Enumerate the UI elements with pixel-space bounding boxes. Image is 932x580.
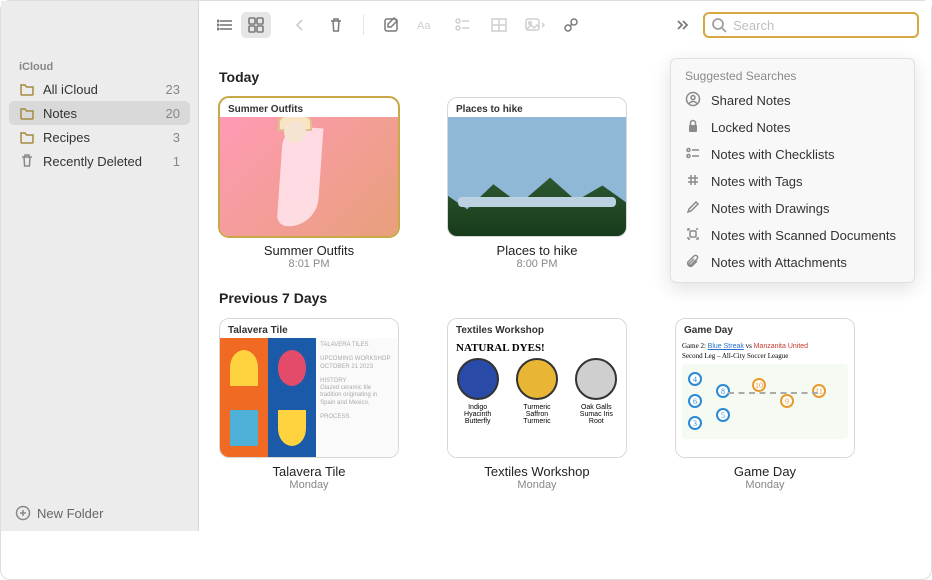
suggestion-label: Notes with Tags <box>711 174 803 189</box>
delete-button[interactable] <box>321 12 351 38</box>
note-game-day[interactable]: Game Day Game 2: Blue Streak vs Manzanit… <box>675 318 855 491</box>
view-mode-group <box>211 12 271 38</box>
suggestion-locked-notes[interactable]: Locked Notes <box>675 114 910 141</box>
sidebar-group-title: iCloud <box>9 55 190 77</box>
note-textiles-workshop[interactable]: Textiles Workshop NATURAL DYES!Indigo Hy… <box>447 318 627 491</box>
folder-icon <box>19 129 35 145</box>
note-card-title: Places to hike <box>447 243 627 258</box>
sidebar-item-label: Recently Deleted <box>43 154 173 169</box>
note-card-title: Game Day <box>675 464 855 479</box>
suggestion-scanned[interactable]: Notes with Scanned Documents <box>675 222 910 249</box>
trash-icon <box>19 153 35 169</box>
suggestion-shared-notes[interactable]: Shared Notes <box>675 87 910 114</box>
note-card-art: Game 2: Blue Streak vs Manzanita UnitedS… <box>676 338 854 458</box>
note-card-time: 8:01 PM <box>219 258 399 270</box>
note-card-header: Game Day <box>676 319 854 338</box>
suggestion-label: Shared Notes <box>711 93 791 108</box>
format-button[interactable]: Aa <box>412 12 442 38</box>
suggestion-label: Notes with Scanned Documents <box>711 228 896 243</box>
note-card-time: 8:00 PM <box>447 258 627 270</box>
sidebar-item-count: 1 <box>173 154 180 169</box>
suggested-searches-title: Suggested Searches <box>675 65 910 87</box>
search-icon <box>711 17 727 38</box>
note-card[interactable]: Textiles Workshop NATURAL DYES!Indigo Hy… <box>447 318 627 458</box>
paperclip-icon <box>685 253 711 272</box>
sidebar-item-recipes[interactable]: Recipes 3 <box>9 125 190 149</box>
new-folder-button[interactable]: New Folder <box>1 495 198 531</box>
table-button[interactable] <box>484 12 514 38</box>
note-card-time: Monday <box>219 479 399 491</box>
note-card-header: Places to hike <box>448 98 626 117</box>
suggestion-label: Notes with Checklists <box>711 147 835 162</box>
note-card[interactable]: Places to hike <box>447 97 627 237</box>
note-card-header: Summer Outfits <box>220 98 398 117</box>
search-input[interactable] <box>703 12 919 38</box>
suggested-searches-panel: Suggested Searches Shared Notes Locked No… <box>670 58 915 283</box>
note-card-title: Summer Outfits <box>219 243 399 258</box>
note-card[interactable]: Game Day Game 2: Blue Streak vs Manzanit… <box>675 318 855 458</box>
media-button[interactable] <box>520 12 550 38</box>
sidebar-item-label: Recipes <box>43 130 173 145</box>
notes-grid: Talavera Tile TALAVERA TILESUPCOMING WOR… <box>219 318 911 491</box>
checklist-icon <box>685 145 711 164</box>
tag-icon <box>685 172 711 191</box>
separator <box>363 15 364 35</box>
search-wrap: Suggested Searches Shared NotesLocked No… <box>703 12 919 38</box>
note-card[interactable]: Talavera Tile TALAVERA TILESUPCOMING WOR… <box>219 318 399 458</box>
section-title: Previous 7 Days <box>219 290 911 306</box>
note-talavera-tile[interactable]: Talavera Tile TALAVERA TILESUPCOMING WOR… <box>219 318 399 491</box>
note-summer-outfits[interactable]: Summer Outfits Summer Outfits 8:01 PM <box>219 97 399 270</box>
sidebar-item-label: All iCloud <box>43 82 166 97</box>
note-card-art <box>220 117 398 237</box>
note-card-art: TALAVERA TILESUPCOMING WORKSHOPOCTOBER 2… <box>220 338 398 458</box>
back-button[interactable] <box>285 12 315 38</box>
sidebar-item-label: Notes <box>43 106 166 121</box>
suggestion-label: Locked Notes <box>711 120 791 135</box>
suggestion-checklists[interactable]: Notes with Checklists <box>675 141 910 168</box>
note-card-title: Talavera Tile <box>219 464 399 479</box>
list-view-button[interactable] <box>211 12 241 38</box>
link-button[interactable] <box>556 12 586 38</box>
pencil-icon <box>685 199 711 218</box>
suggestion-drawings[interactable]: Notes with Drawings <box>675 195 910 222</box>
toolbar: Aa Suggested Searches Shared NotesLocked… <box>199 1 931 49</box>
suggestion-label: Notes with Attachments <box>711 255 847 270</box>
scan-icon <box>685 226 711 245</box>
checklist-button[interactable] <box>448 12 478 38</box>
note-places-to-hike[interactable]: Places to hike Places to hike 8:00 PM <box>447 97 627 270</box>
note-card[interactable]: Summer Outfits <box>219 97 399 237</box>
overflow-button[interactable] <box>667 12 697 38</box>
new-folder-label: New Folder <box>37 506 103 521</box>
sidebar-item-count: 20 <box>166 106 180 121</box>
person-circle-icon <box>685 91 711 110</box>
sidebar: iCloud All iCloud 23 Notes 20 Recipes 3 … <box>1 1 199 531</box>
note-card-time: Monday <box>447 479 627 491</box>
sidebar-item-count: 3 <box>173 130 180 145</box>
note-card-header: Textiles Workshop <box>448 319 626 338</box>
sidebar-item-recently-deleted[interactable]: Recently Deleted 1 <box>9 149 190 173</box>
folder-icon <box>19 105 35 121</box>
note-card-art: NATURAL DYES!Indigo Hyacinth ButterflyTu… <box>448 338 626 458</box>
sidebar-item-notes[interactable]: Notes 20 <box>9 101 190 125</box>
folder-icon <box>19 81 35 97</box>
grid-view-button[interactable] <box>241 12 271 38</box>
lock-icon <box>685 118 711 137</box>
suggestion-tags[interactable]: Notes with Tags <box>675 168 910 195</box>
svg-text:Aa: Aa <box>417 20 431 32</box>
note-card-art <box>448 117 626 237</box>
note-card-header: Talavera Tile <box>220 319 398 338</box>
compose-button[interactable] <box>376 12 406 38</box>
note-card-time: Monday <box>675 479 855 491</box>
sidebar-item-count: 23 <box>166 82 180 97</box>
suggestion-attachments[interactable]: Notes with Attachments <box>675 249 910 276</box>
suggestion-label: Notes with Drawings <box>711 201 830 216</box>
sidebar-item-all-icloud[interactable]: All iCloud 23 <box>9 77 190 101</box>
note-card-title: Textiles Workshop <box>447 464 627 479</box>
